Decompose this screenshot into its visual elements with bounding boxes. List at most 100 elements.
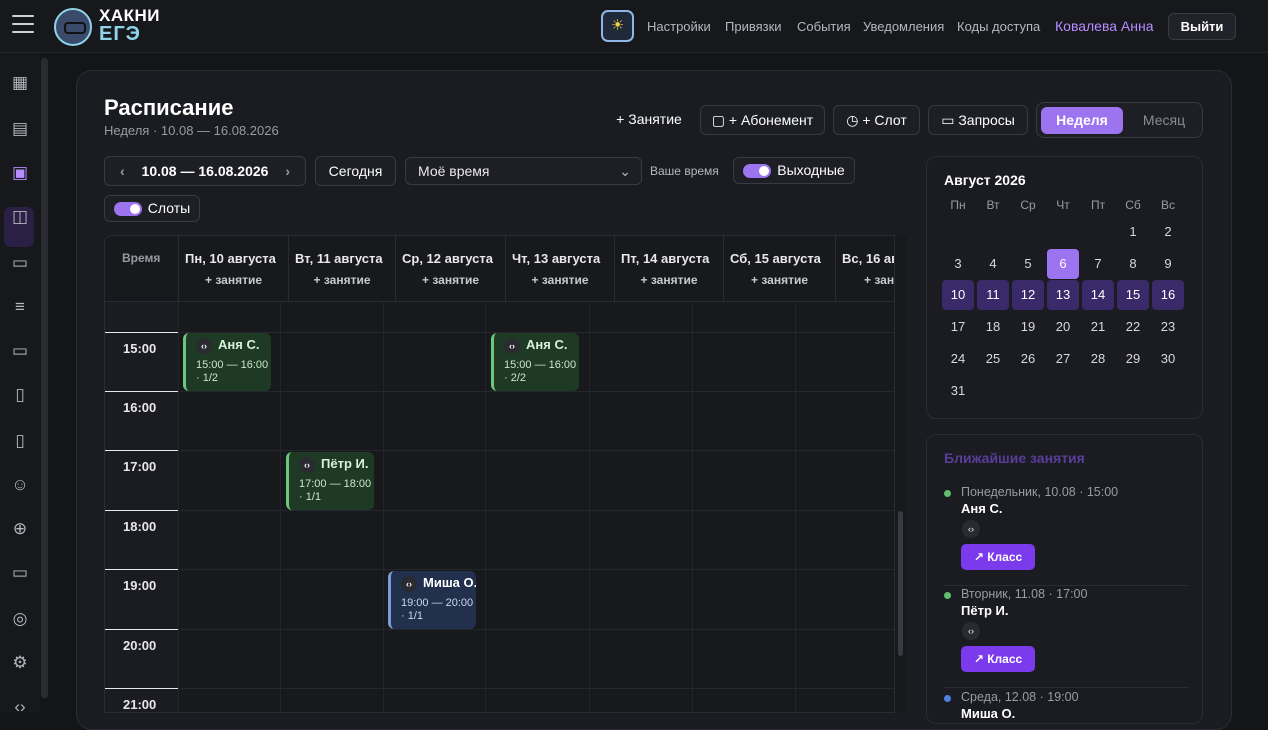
book-icon[interactable]: ▯	[9, 430, 31, 452]
calendar-day[interactable]: 9	[1152, 249, 1184, 279]
calendar-day[interactable]: 29	[1117, 344, 1149, 374]
add-lesson-link[interactable]: + занятие	[289, 273, 395, 287]
calendar-day[interactable]: 21	[1082, 312, 1114, 342]
user-name[interactable]: Ковалева Анна	[1055, 18, 1154, 34]
calendar-day[interactable]: 12	[1012, 280, 1044, 311]
today-button[interactable]: Сегодня	[315, 156, 396, 186]
nav-events[interactable]: События	[797, 19, 851, 34]
calendar-day[interactable]: 20	[1047, 312, 1079, 342]
day-column-header: Вс, 16 августа + занятие	[835, 236, 894, 302]
calendar-day[interactable]: 25	[977, 344, 1009, 374]
add-circle-icon[interactable]: ⊕	[9, 518, 31, 540]
calendar-day[interactable]: 23	[1152, 312, 1184, 342]
monitor-icon[interactable]: ▭	[9, 340, 31, 362]
class-button[interactable]: ↗ Класс	[961, 544, 1035, 570]
menu-icon[interactable]	[12, 15, 34, 33]
calendar-icon[interactable]: ▣	[9, 162, 31, 184]
calendar-day[interactable]: 26	[1012, 344, 1044, 374]
upcoming-student: Аня С.	[961, 501, 1003, 516]
requests-button[interactable]: ▭ Запросы	[928, 105, 1028, 135]
view-week-button[interactable]: Неделя	[1041, 107, 1123, 134]
add-lesson-link[interactable]: + занятие	[396, 273, 505, 287]
calendar-day[interactable]: 18	[977, 312, 1009, 342]
theme-toggle-sun-icon[interactable]: ☀	[601, 10, 634, 42]
calendar-day[interactable]: 22	[1117, 312, 1149, 342]
logo[interactable]	[54, 8, 92, 46]
weekday-label: Вт	[986, 198, 1000, 212]
calendar-day[interactable]: 13	[1047, 280, 1079, 311]
add-lesson-link[interactable]: + занятие	[864, 273, 894, 287]
code-icon[interactable]: ‹›	[9, 696, 31, 718]
day-column-header: Пт, 14 августа + занятие	[614, 236, 723, 302]
code-icon: ‹›	[962, 520, 980, 538]
logout-button[interactable]: Выйти	[1168, 13, 1236, 40]
users-icon[interactable]: ☺	[9, 474, 31, 496]
date-range-picker[interactable]: ‹ 10.08 — 16.08.2026 ›	[104, 156, 306, 186]
calendar-day[interactable]: 15	[1117, 280, 1149, 311]
gear-icon[interactable]: ⚙	[9, 652, 31, 674]
sidebar-scrollbar[interactable]	[41, 58, 48, 698]
calendar-day[interactable]: 14	[1082, 280, 1114, 311]
add-lesson-link[interactable]: + занятие	[179, 273, 288, 287]
add-lesson-link[interactable]: + занятие	[506, 273, 614, 287]
nav-bindings[interactable]: Привязки	[725, 19, 782, 34]
add-lesson-link[interactable]: + занятие	[724, 273, 835, 287]
view-month-button[interactable]: Месяц	[1129, 107, 1199, 134]
gamepad-icon[interactable]: ◫	[9, 206, 31, 228]
target-icon[interactable]: ◎	[9, 608, 31, 630]
calendar-day[interactable]: 3	[942, 249, 974, 279]
calendar-day[interactable]: 24	[942, 344, 974, 374]
lesson-card[interactable]: ‹› Аня С. 15:00 — 16:00 · 1/2	[183, 333, 271, 391]
lesson-time: 15:00 — 16:00 · 2/2	[504, 358, 577, 384]
document-icon[interactable]: ▯	[9, 384, 31, 406]
wallet-icon[interactable]: ▭	[9, 562, 31, 584]
calendar-day[interactable]: 8	[1117, 249, 1149, 279]
lesson-card[interactable]: ‹› Пётр И. 17:00 — 18:00 · 1/1	[286, 452, 374, 510]
add-lesson-button[interactable]: + Занятие	[608, 105, 690, 135]
calendar-day[interactable]: 2	[1152, 217, 1184, 247]
calendar-small-icon: ▢	[711, 112, 729, 128]
calendar-day[interactable]: 27	[1047, 344, 1079, 374]
calendar-day[interactable]: 31	[942, 376, 974, 406]
nav-notifications[interactable]: Уведомления	[863, 19, 944, 34]
slots-toggle[interactable]: Слоты	[104, 195, 200, 222]
timezone-select[interactable]: Моё время ⌄	[405, 157, 642, 185]
calendar-day[interactable]: 11	[977, 280, 1009, 311]
nav-access-codes[interactable]: Коды доступа	[957, 19, 1040, 34]
upcoming-student: Миша О.	[961, 706, 1016, 721]
lesson-card[interactable]: ‹› Миша О. 19:00 — 20:00 · 1/1	[388, 571, 476, 629]
day-column-header: Ср, 12 августа + занятие	[395, 236, 505, 302]
calendar-day[interactable]: 6	[1047, 248, 1079, 279]
weekday-label: Сб	[1125, 198, 1141, 212]
list-icon[interactable]: ≡	[9, 296, 31, 318]
messages-icon[interactable]: ▭	[9, 252, 31, 274]
weekends-switch[interactable]	[743, 164, 772, 179]
grid-scrollbar[interactable]	[895, 236, 907, 713]
calendar-day[interactable]: 16	[1152, 280, 1184, 311]
lesson-card[interactable]: ‹› Аня С. 15:00 — 16:00 · 2/2	[491, 333, 579, 391]
class-button[interactable]: ↗ Класс	[961, 646, 1035, 672]
clipboard-icon[interactable]: ▤	[9, 118, 31, 140]
day-column-header: Сб, 15 августа + занятие	[723, 236, 835, 302]
code-icon: ‹›	[504, 337, 520, 354]
calendar-day[interactable]: 10	[942, 280, 974, 311]
calendar-day[interactable]: 7	[1082, 249, 1114, 279]
add-slot-button[interactable]: ◷ + Слот	[833, 105, 920, 135]
calendar-day[interactable]: 30	[1152, 344, 1184, 374]
calendar-day[interactable]: 28	[1082, 344, 1114, 374]
calendar-day[interactable]: 17	[942, 312, 974, 342]
next-week-icon[interactable]: ›	[285, 157, 290, 185]
slots-switch[interactable]	[113, 202, 142, 217]
date-range-label: 10.08 — 16.08.2026	[141, 163, 269, 179]
calendar-day[interactable]: 1	[1117, 217, 1149, 247]
calendar-day[interactable]: 5	[1012, 249, 1044, 279]
add-subscription-button[interactable]: ▢ + Абонемент	[700, 105, 825, 135]
day-label: Сб, 15 августа	[730, 251, 821, 266]
weekends-toggle[interactable]: Выходные	[733, 157, 855, 184]
prev-week-icon[interactable]: ‹	[120, 157, 125, 185]
dashboard-icon[interactable]: ▦	[9, 72, 31, 94]
calendar-day[interactable]: 19	[1012, 312, 1044, 342]
calendar-day[interactable]: 4	[977, 249, 1009, 279]
nav-settings[interactable]: Настройки	[647, 19, 711, 34]
add-lesson-link[interactable]: + занятие	[615, 273, 723, 287]
